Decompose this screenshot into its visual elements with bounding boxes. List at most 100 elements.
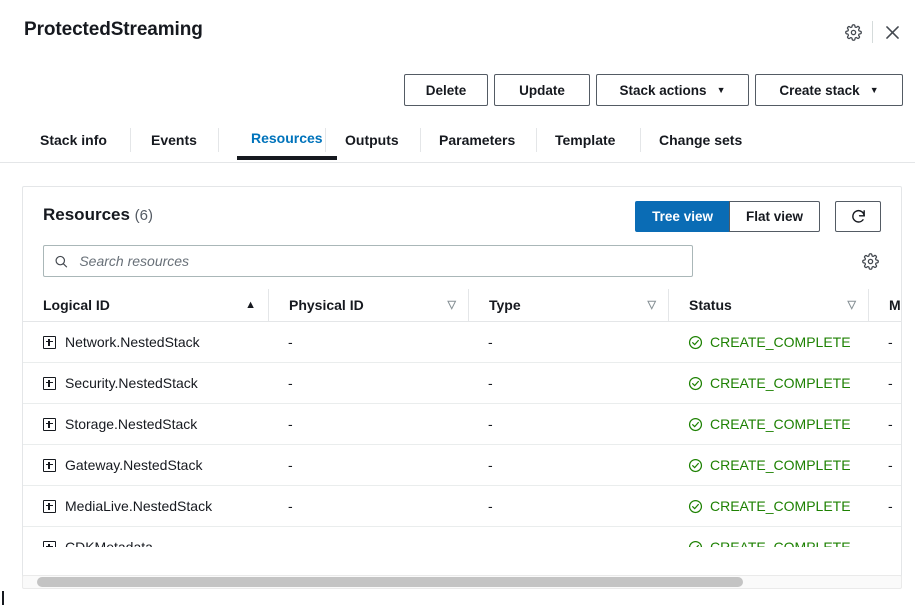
column-label: Status (689, 297, 732, 313)
logical-id-text: Gateway.NestedStack (65, 457, 203, 473)
expand-plus-icon[interactable] (43, 376, 56, 390)
tree-view-label: Tree view (652, 209, 713, 224)
tab-label: Template (555, 132, 616, 148)
tab-outputs[interactable]: Outputs (345, 120, 399, 160)
stack-actions-dropdown[interactable]: Stack actions ▼ (596, 74, 749, 106)
tab-label: Stack info (40, 132, 107, 148)
tab-divider (325, 128, 326, 152)
stack-detail-tabs: Stack info Events Resources Outputs Para… (0, 120, 915, 163)
status-text: CREATE_COMPLETE (710, 334, 851, 350)
tab-stack-info[interactable]: Stack info (40, 120, 107, 160)
refresh-icon (851, 209, 865, 223)
table-row[interactable]: Security.NestedStack - - CREATE_COMPLETE (23, 362, 901, 404)
horizontal-scrollbar-thumb[interactable] (37, 577, 743, 587)
cell-status: CREATE_COMPLETE (668, 362, 868, 404)
gear-icon (844, 23, 862, 41)
logical-id-text: Network.NestedStack (65, 334, 200, 350)
delete-button-label: Delete (425, 82, 467, 98)
close-button[interactable] (877, 18, 907, 46)
sort-icon[interactable]: ▽ (648, 299, 656, 311)
create-stack-dropdown[interactable]: Create stack ▼ (755, 74, 903, 106)
tab-label: Change sets (659, 132, 743, 148)
search-resources-box[interactable] (43, 245, 693, 277)
table-header-row: Logical ID ▲ Physical ID ▽ Type ▽ Status… (23, 289, 901, 322)
table-row[interactable]: Gateway.NestedStack - - CREATE_COMPLETE (23, 444, 901, 486)
column-header-logical-id[interactable]: Logical ID ▲ (23, 289, 268, 322)
cell-type: - (468, 444, 668, 486)
cell-status: CREATE_COMPLETE (668, 526, 868, 547)
search-icon (55, 255, 68, 267)
status-success-icon (688, 335, 703, 349)
status-success-icon (688, 376, 703, 390)
tab-resources[interactable]: Resources (237, 120, 337, 160)
search-input[interactable] (77, 252, 682, 270)
resources-panel: Resources (6) Tree view Flat view Search… (22, 186, 902, 581)
table-row[interactable]: MediaLive.NestedStack - - CREATE_COMPLET… (23, 485, 901, 527)
create-stack-label: Create stack (779, 82, 860, 98)
tab-template[interactable]: Template (555, 120, 615, 160)
cell-type: - (468, 321, 668, 363)
column-header-physical-id[interactable]: Physical ID ▽ (268, 289, 468, 322)
cell-module: - (868, 526, 901, 547)
expand-plus-icon[interactable] (43, 540, 56, 547)
cell-type: - (468, 526, 668, 547)
horizontal-scrollbar-track[interactable] (22, 575, 902, 589)
tab-label: Events (151, 132, 197, 148)
sort-icon[interactable]: ▽ (448, 299, 456, 311)
cell-physical-id: - (268, 485, 468, 527)
cell-type: - (468, 362, 668, 404)
tab-events[interactable]: Events (151, 120, 197, 160)
column-header-status[interactable]: Status ▽ (668, 289, 868, 322)
flat-view-button[interactable]: Flat view (728, 201, 820, 232)
resources-table: Logical ID ▲ Physical ID ▽ Type ▽ Status… (23, 289, 901, 547)
chevron-down-icon: ▼ (869, 84, 879, 95)
column-header-type[interactable]: Type ▽ (468, 289, 668, 322)
tab-label: Outputs (345, 132, 399, 148)
sort-icon[interactable]: ▽ (848, 299, 856, 311)
gear-icon (861, 252, 879, 270)
delete-button[interactable]: Delete (404, 74, 488, 106)
cell-status: CREATE_COMPLETE (668, 403, 868, 445)
settings-gear-button[interactable] (838, 18, 868, 46)
table-row[interactable]: Network.NestedStack - - CREATE_COMPLETE (23, 321, 901, 363)
expand-plus-icon[interactable] (43, 499, 56, 513)
table-preferences-button[interactable] (855, 246, 885, 276)
status-success-icon (688, 417, 703, 431)
expand-plus-icon[interactable] (43, 458, 56, 472)
tab-change-sets[interactable]: Change sets (659, 120, 742, 160)
cell-module: - (868, 403, 901, 445)
table-row[interactable]: CDKMetadata - - CREATE_COMPLETE - (23, 526, 901, 547)
refresh-button[interactable] (835, 201, 881, 232)
logical-id-text: Security.NestedStack (65, 375, 198, 391)
cell-physical-id: - (268, 362, 468, 404)
flat-view-label: Flat view (745, 209, 803, 224)
tab-divider (420, 128, 421, 152)
cell-type: - (468, 403, 668, 445)
expand-plus-icon[interactable] (43, 417, 56, 431)
cell-logical-id: Security.NestedStack (23, 362, 268, 404)
status-text: CREATE_COMPLETE (710, 457, 851, 473)
column-header-module[interactable]: Mo (868, 289, 901, 322)
cell-module: - (868, 362, 901, 404)
table-row[interactable]: Storage.NestedStack - - CREATE_COMPLETE (23, 403, 901, 445)
status-text: CREATE_COMPLETE (710, 539, 851, 547)
resources-table-scroll-area[interactable]: Logical ID ▲ Physical ID ▽ Type ▽ Status… (23, 289, 901, 547)
cell-logical-id: Network.NestedStack (23, 321, 268, 363)
stack-actions-label: Stack actions (619, 82, 707, 98)
status-text: CREATE_COMPLETE (710, 416, 851, 432)
tab-parameters[interactable]: Parameters (439, 120, 515, 160)
update-button[interactable]: Update (494, 74, 590, 106)
status-text: CREATE_COMPLETE (710, 375, 851, 391)
header-icon-group (838, 18, 907, 46)
expand-plus-icon[interactable] (43, 335, 56, 349)
update-button-label: Update (519, 82, 565, 98)
cell-physical-id: - (268, 526, 468, 547)
tree-view-button[interactable]: Tree view (635, 201, 729, 232)
cell-module: - (868, 444, 901, 486)
cell-physical-id: - (268, 403, 468, 445)
cell-physical-id: - (268, 321, 468, 363)
logical-id-text: MediaLive.NestedStack (65, 498, 213, 514)
cell-status: CREATE_COMPLETE (668, 444, 868, 486)
sort-ascending-icon[interactable]: ▲ (245, 299, 256, 311)
cell-physical-id: - (268, 444, 468, 486)
